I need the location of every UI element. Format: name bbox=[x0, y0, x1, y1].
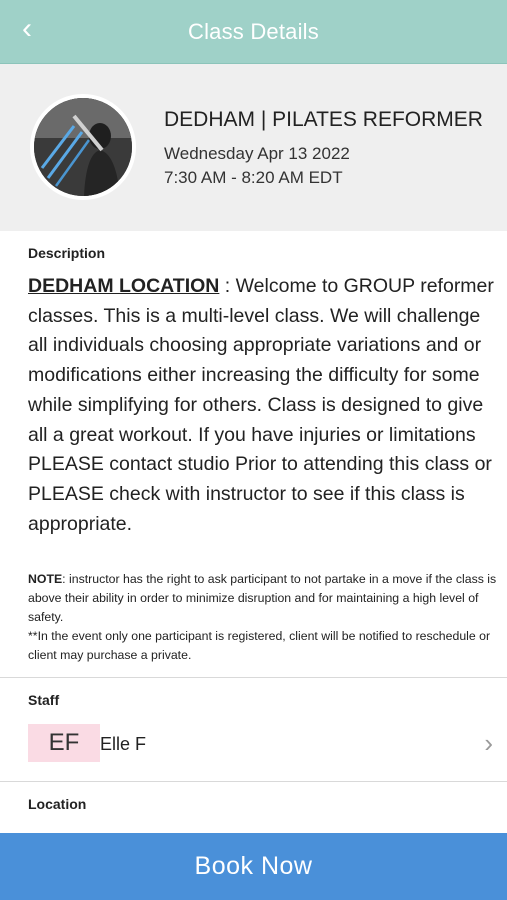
book-now-button[interactable]: Book Now bbox=[0, 833, 507, 900]
class-name: DEDHAM | PILATES REFORMER bbox=[164, 108, 483, 131]
staff-name: Elle F bbox=[100, 734, 147, 754]
class-avatar bbox=[30, 94, 136, 200]
top-app-bar: ‹ Class Details bbox=[0, 0, 507, 64]
class-date: Wednesday Apr 13 2022 bbox=[164, 144, 350, 163]
divider bbox=[0, 781, 507, 782]
note-label: NOTE bbox=[28, 572, 63, 586]
class-photo bbox=[34, 98, 132, 196]
description-body: : Welcome to GROUP reformer classes. Thi… bbox=[28, 275, 494, 535]
page-title: Class Details bbox=[188, 19, 319, 44]
class-time: 7:30 AM - 8:20 AM EDT bbox=[164, 168, 343, 187]
divider bbox=[0, 677, 507, 678]
class-header-card: DEDHAM | PILATES REFORMER Wednesday Apr … bbox=[0, 64, 507, 231]
description-label: Description bbox=[28, 245, 106, 261]
location-label: Location bbox=[28, 796, 87, 812]
chevron-right-icon: › bbox=[484, 728, 493, 758]
staff-initials-badge: EF bbox=[28, 724, 100, 762]
description-text: DEDHAM LOCATION : Welcome to GROUP refor… bbox=[28, 272, 498, 539]
note-text: : instructor has the right to ask partic… bbox=[28, 572, 497, 624]
description-note: NOTE: instructor has the right to ask pa… bbox=[28, 570, 503, 665]
staff-row[interactable]: EF Elle F › bbox=[0, 720, 507, 768]
staff-label: Staff bbox=[28, 692, 60, 708]
note-extra: **In the event only one participant is r… bbox=[28, 629, 491, 662]
location-heading: DEDHAM LOCATION bbox=[28, 275, 220, 297]
